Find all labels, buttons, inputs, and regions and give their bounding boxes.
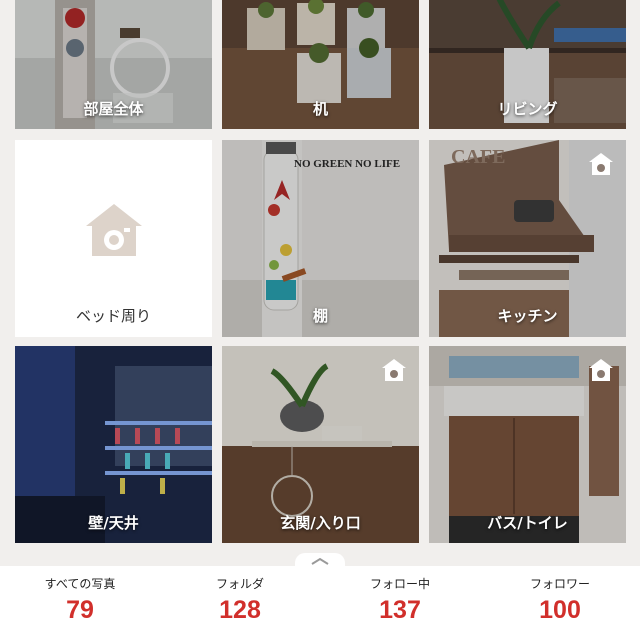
folder-label: 棚 — [312, 307, 328, 325]
stat-all-photos[interactable]: すべての写真 79 — [0, 566, 160, 640]
stat-following[interactable]: フォロー中 137 — [320, 566, 480, 640]
folder-label: 部屋全体 — [83, 100, 144, 118]
folder-label: リビング — [497, 100, 558, 118]
stat-value: 128 — [219, 596, 261, 624]
stat-label: フォルダ — [215, 577, 264, 591]
folder-label: キッチン — [497, 307, 558, 325]
folder-tile-kitchen[interactable]: CAFE キッチン — [429, 140, 626, 337]
folder-tile-wall[interactable]: 壁/天井 — [15, 346, 212, 543]
stat-value: 137 — [379, 596, 421, 624]
panel-toggle-handle[interactable] — [295, 553, 345, 567]
stat-label: フォロワー — [529, 577, 590, 591]
folder-label: 壁/天井 — [88, 514, 139, 532]
folder-tile-room[interactable]: 部屋全体 — [15, 0, 212, 129]
stat-folders[interactable]: フォルダ 128 — [160, 566, 320, 640]
folder-tile-bath[interactable]: バス/トイレ — [429, 346, 626, 543]
stat-label: すべての写真 — [44, 577, 116, 591]
camera-icon — [589, 153, 613, 175]
camera-icon — [589, 359, 613, 381]
profile-stats-bar: すべての写真 79 フォルダ 128 フォロー中 137 フォロワー 100 — [0, 566, 640, 640]
folder-tile-bed[interactable]: ベッド周り — [15, 140, 212, 337]
camera-icon — [382, 359, 406, 381]
folder-tile-living[interactable]: リビング — [429, 0, 626, 129]
photo-sign-text: NO GREEN NO LIFE — [294, 158, 401, 170]
folder-tile-shelf[interactable]: NO GREEN NO LIFE 棚 — [222, 140, 419, 337]
folder-tile-desk[interactable]: 机 — [222, 0, 419, 129]
stat-value: 100 — [539, 596, 581, 624]
stat-label: フォロー中 — [369, 577, 430, 591]
folder-label: 机 — [312, 100, 328, 118]
folder-label: ベッド周り — [75, 307, 151, 325]
folder-label: 玄関/入り口 — [280, 514, 361, 532]
stat-value: 79 — [66, 596, 94, 624]
photo-sign-text: CAFE — [451, 146, 506, 168]
folder-grid: 部屋全体 机 リビング ベッド周り NO GREEN NO LIFE 棚 CAF… — [0, 0, 640, 545]
folder-label: バス/トイレ — [487, 514, 568, 532]
stat-followers[interactable]: フォロワー 100 — [480, 566, 640, 640]
home-camera-icon — [86, 204, 142, 256]
folder-tile-entrance[interactable]: 玄関/入り口 — [222, 346, 419, 543]
